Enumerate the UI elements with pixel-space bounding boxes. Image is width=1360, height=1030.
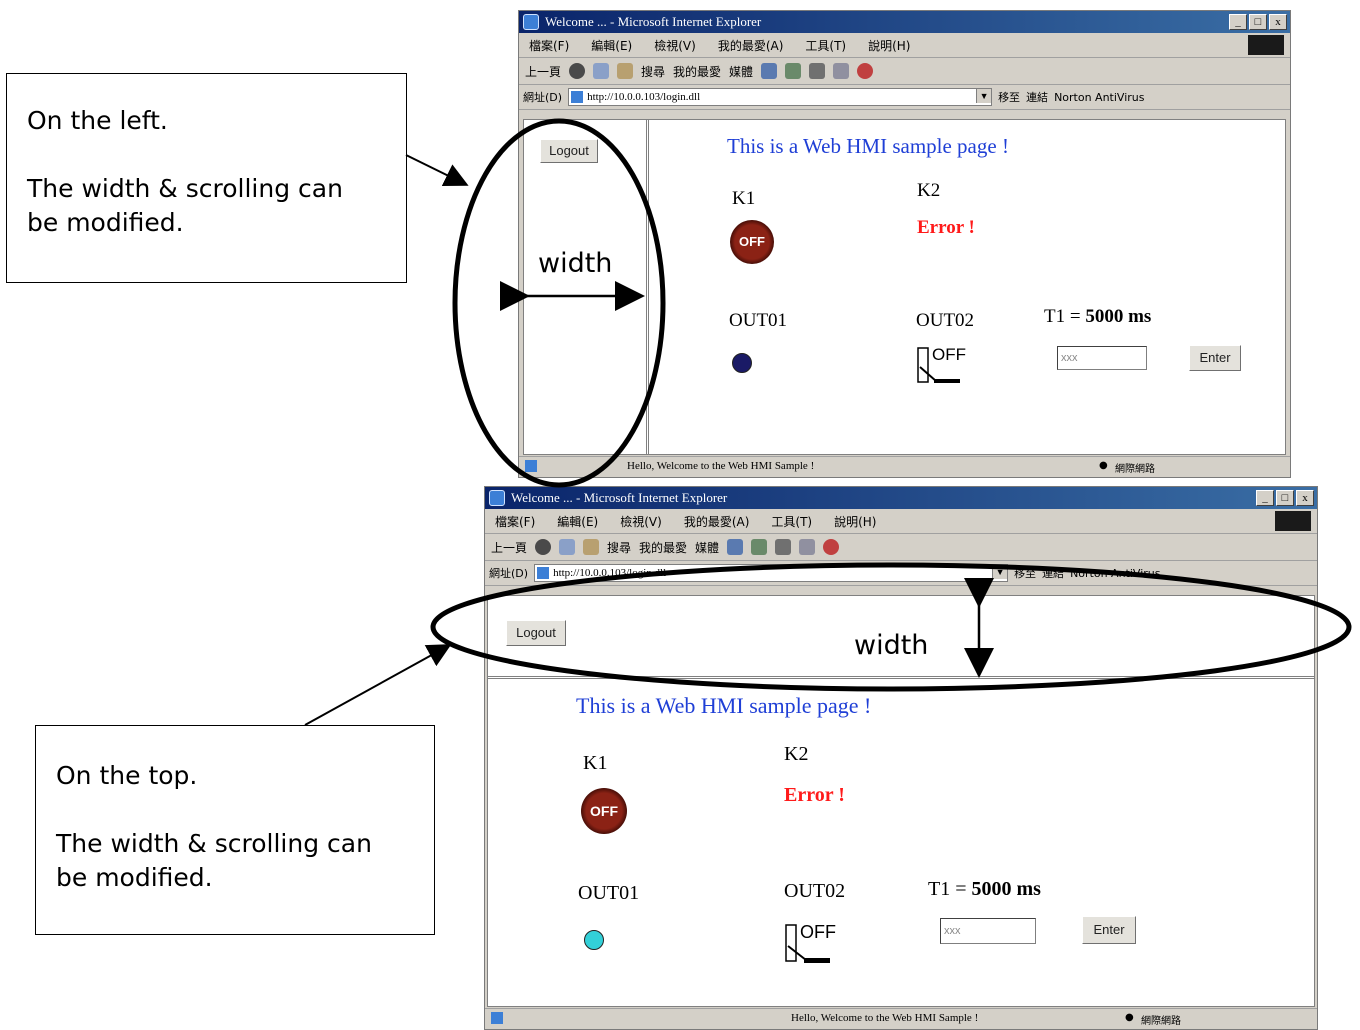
left-width-label: width bbox=[538, 248, 613, 279]
annotation-overlay bbox=[304, 118, 1352, 726]
left-callout-arrow bbox=[405, 154, 469, 186]
top-callout-arrow bbox=[304, 644, 452, 726]
top-frame-highlight-ellipse bbox=[430, 562, 1352, 692]
left-frame-highlight-ellipse bbox=[452, 118, 666, 488]
top-width-label: width bbox=[854, 630, 929, 661]
